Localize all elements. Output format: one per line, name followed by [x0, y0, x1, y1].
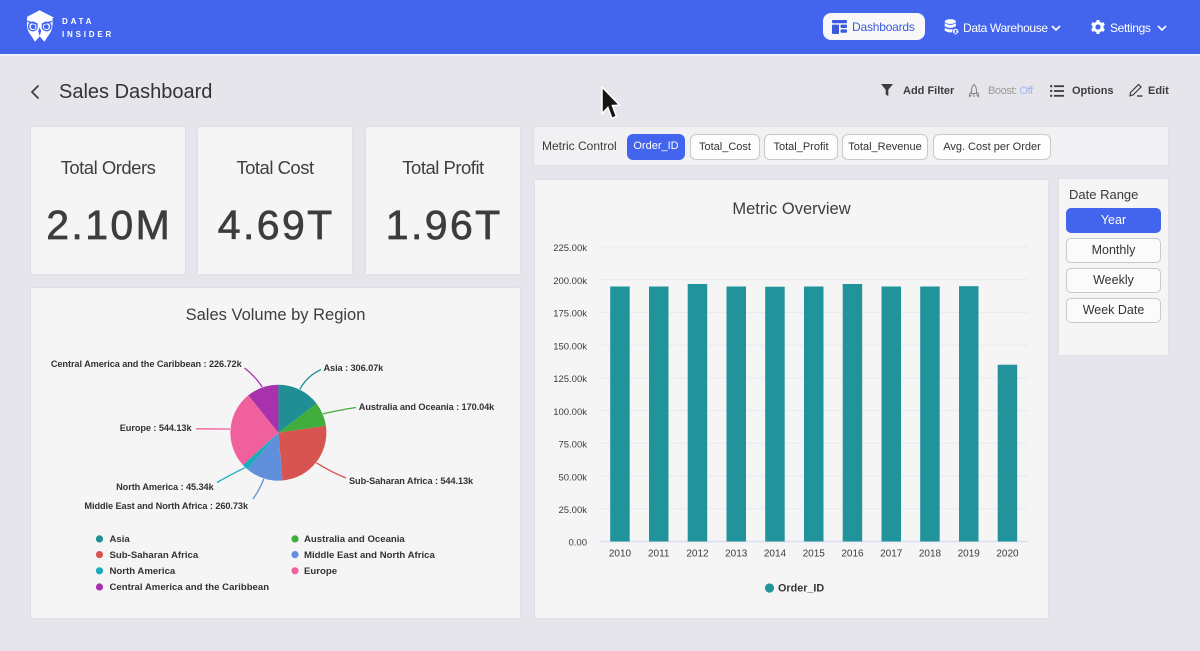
- svg-text:2017: 2017: [880, 549, 903, 560]
- svg-text:2018: 2018: [919, 549, 942, 560]
- svg-text:150.00k: 150.00k: [553, 341, 587, 352]
- svg-text:50.00k: 50.00k: [558, 472, 587, 483]
- svg-text:200.00k: 200.00k: [553, 276, 587, 287]
- svg-text:100.00k: 100.00k: [553, 407, 587, 418]
- svg-text:2012: 2012: [686, 549, 709, 560]
- svg-text:225.00k: 225.00k: [553, 243, 587, 254]
- svg-text:2019: 2019: [958, 549, 981, 560]
- svg-text:2020: 2020: [996, 549, 1019, 560]
- svg-text:125.00k: 125.00k: [553, 374, 587, 385]
- svg-text:2015: 2015: [803, 549, 826, 560]
- svg-text:75.00k: 75.00k: [558, 440, 587, 451]
- svg-text:2014: 2014: [764, 549, 787, 560]
- svg-text:2011: 2011: [648, 549, 670, 560]
- svg-text:2016: 2016: [841, 549, 864, 560]
- svg-text:Order_ID: Order_ID: [778, 583, 824, 595]
- svg-text:2013: 2013: [725, 549, 748, 560]
- svg-text:0.00: 0.00: [569, 538, 588, 549]
- svg-text:175.00k: 175.00k: [553, 309, 587, 320]
- svg-text:25.00k: 25.00k: [558, 505, 587, 516]
- svg-text:2010: 2010: [609, 549, 632, 560]
